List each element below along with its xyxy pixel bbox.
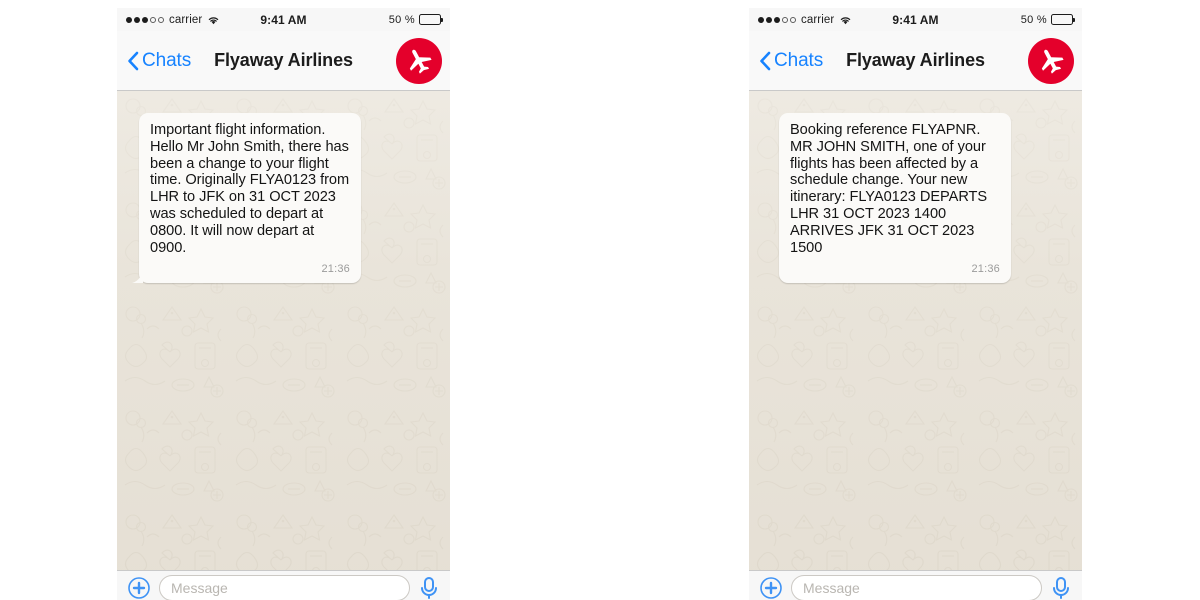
microphone-icon[interactable] — [1050, 576, 1072, 600]
chevron-left-icon — [759, 51, 771, 71]
battery-percent-label: 50 % — [388, 13, 415, 26]
message-bubble[interactable]: Important flight information. Hello Mr J… — [132, 113, 361, 284]
message-bubble[interactable]: Booking reference FLYAPNR. MR JOHN SMITH… — [779, 113, 1011, 284]
status-bar: carrier 9:41 AM 50 % — [749, 8, 1082, 31]
message-input[interactable] — [791, 575, 1042, 600]
message-text: Important flight information. Hello Mr J… — [150, 122, 350, 256]
carrier-label: carrier — [801, 13, 835, 26]
screenshot-stage: carrier 9:41 AM 50 % Chats Flyaway Airli… — [0, 0, 1200, 600]
message-timestamp: 21:36 — [321, 263, 350, 276]
plus-circle-icon[interactable] — [759, 576, 783, 600]
nav-bar: Chats Flyaway Airlines — [749, 31, 1082, 91]
airplane-icon — [1036, 46, 1066, 76]
avatar[interactable] — [396, 37, 442, 84]
message-input[interactable] — [159, 575, 410, 600]
message-meta: 21:36 — [790, 259, 1000, 277]
status-bar-right: 50 % — [388, 13, 443, 26]
message-meta: 21:36 — [150, 259, 350, 277]
microphone-icon[interactable] — [418, 576, 440, 600]
avatar[interactable] — [1028, 37, 1074, 84]
phone-screen-left: carrier 9:41 AM 50 % Chats Flyaway Airli… — [117, 8, 450, 600]
nav-bar: Chats Flyaway Airlines — [117, 31, 450, 91]
back-to-chats-button[interactable]: Chats — [127, 50, 191, 72]
signal-strength-icon — [126, 16, 164, 23]
status-bar-left: carrier — [758, 14, 852, 26]
back-to-chats-button[interactable]: Chats — [759, 50, 823, 72]
battery-percent-label: 50 % — [1020, 13, 1047, 26]
wifi-icon — [839, 15, 852, 25]
message-timestamp: 21:36 — [971, 263, 1000, 276]
message-input-bar — [117, 570, 450, 600]
status-bar: carrier 9:41 AM 50 % — [117, 8, 450, 31]
chat-message-area: Important flight information. Hello Mr J… — [117, 91, 450, 570]
message-text: Booking reference FLYAPNR. MR JOHN SMITH… — [790, 122, 988, 256]
phone-screen-right: carrier 9:41 AM 50 % Chats Flyaway Airli… — [749, 8, 1082, 600]
message-input-bar — [749, 570, 1082, 600]
status-bar-right: 50 % — [1020, 13, 1075, 26]
back-label: Chats — [774, 49, 824, 71]
battery-icon — [1051, 14, 1075, 25]
battery-icon — [419, 14, 443, 25]
status-bar-left: carrier — [126, 14, 220, 26]
wifi-icon — [207, 15, 220, 25]
signal-strength-icon — [758, 16, 796, 23]
back-label: Chats — [142, 49, 192, 71]
chevron-left-icon — [127, 51, 139, 71]
plus-circle-icon[interactable] — [127, 576, 151, 600]
carrier-label: carrier — [169, 13, 203, 26]
airplane-icon — [404, 46, 434, 76]
chat-message-area: Booking reference FLYAPNR. MR JOHN SMITH… — [749, 91, 1082, 570]
bubble-tail-icon — [132, 266, 143, 284]
